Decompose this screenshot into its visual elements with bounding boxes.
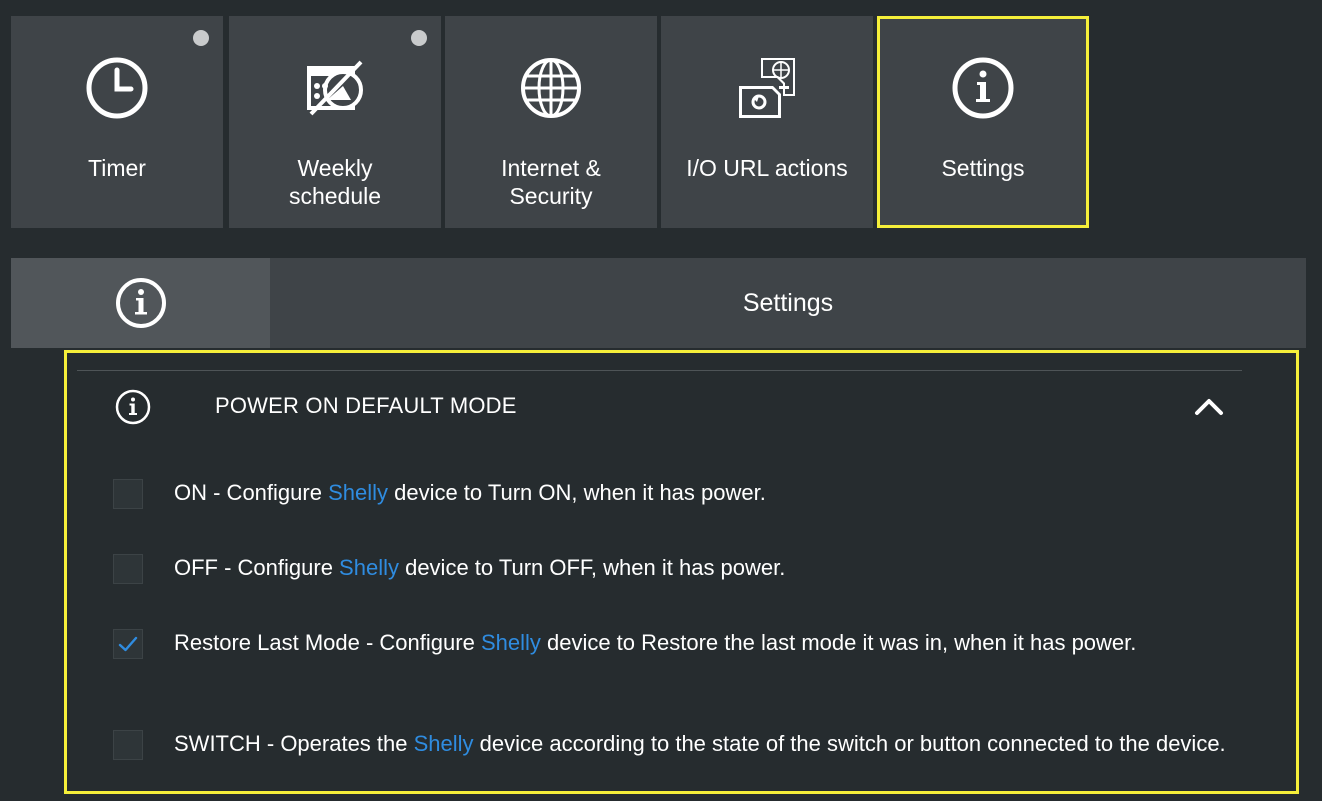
checkbox-on[interactable] xyxy=(113,479,143,509)
option-on: ON - Configure Shelly device to Turn ON,… xyxy=(113,476,1236,510)
brand-link: Shelly xyxy=(480,630,541,655)
notification-dot xyxy=(411,30,427,46)
info-icon xyxy=(115,389,151,425)
checkbox-off[interactable] xyxy=(113,554,143,584)
tile-io-url-actions[interactable]: I/O URL actions xyxy=(661,16,873,228)
option-label: OFF - Configure Shelly device to Turn OF… xyxy=(174,555,786,580)
option-off: OFF - Configure Shelly device to Turn OF… xyxy=(113,551,1236,585)
tile-label: I/O URL actions xyxy=(686,155,848,181)
option-restore-last-mode: Restore Last Mode - Configure Shelly dev… xyxy=(113,626,1236,688)
brand-link: Shelly xyxy=(413,731,474,756)
brand-link: Shelly xyxy=(339,555,399,580)
tile-timer[interactable]: Timer xyxy=(11,16,223,228)
checkbox-switch[interactable] xyxy=(113,730,143,760)
tile-weekly-schedule[interactable]: Weekly schedule xyxy=(229,16,441,228)
brand-link: Shelly xyxy=(328,480,388,505)
option-label: ON - Configure Shelly device to Turn ON,… xyxy=(174,480,766,505)
tile-settings[interactable]: Settings xyxy=(877,16,1089,228)
info-icon xyxy=(880,56,1086,120)
section-title: POWER ON DEFAULT MODE xyxy=(215,393,517,418)
info-icon xyxy=(11,258,270,348)
divider xyxy=(77,370,1242,371)
option-label: SWITCH - Operates the Shelly device acco… xyxy=(174,731,1226,756)
page-title: Settings xyxy=(742,289,834,317)
schedule-disabled-icon xyxy=(229,56,441,120)
option-label: Restore Last Mode - Configure Shelly dev… xyxy=(174,630,1137,655)
settings-header: Settings xyxy=(11,258,1306,348)
tile-label: Timer xyxy=(88,155,146,181)
chevron-up-icon[interactable] xyxy=(1191,391,1227,421)
tile-label: Internet & Security xyxy=(501,155,601,209)
tile-internet-security[interactable]: Internet & Security xyxy=(445,16,657,228)
option-switch: SWITCH - Operates the Shelly device acco… xyxy=(113,727,1236,789)
clock-icon xyxy=(11,56,223,120)
globe-icon xyxy=(445,56,657,120)
power-on-default-mode-panel: POWER ON DEFAULT MODE ON - Configure She… xyxy=(64,350,1299,794)
notification-dot xyxy=(193,30,209,46)
url-actions-icon xyxy=(661,56,873,120)
tile-label: Weekly schedule xyxy=(288,155,382,209)
checkmark-icon xyxy=(118,636,138,652)
tile-label: Settings xyxy=(941,155,1025,181)
checkbox-restore-last-mode[interactable] xyxy=(113,629,143,659)
